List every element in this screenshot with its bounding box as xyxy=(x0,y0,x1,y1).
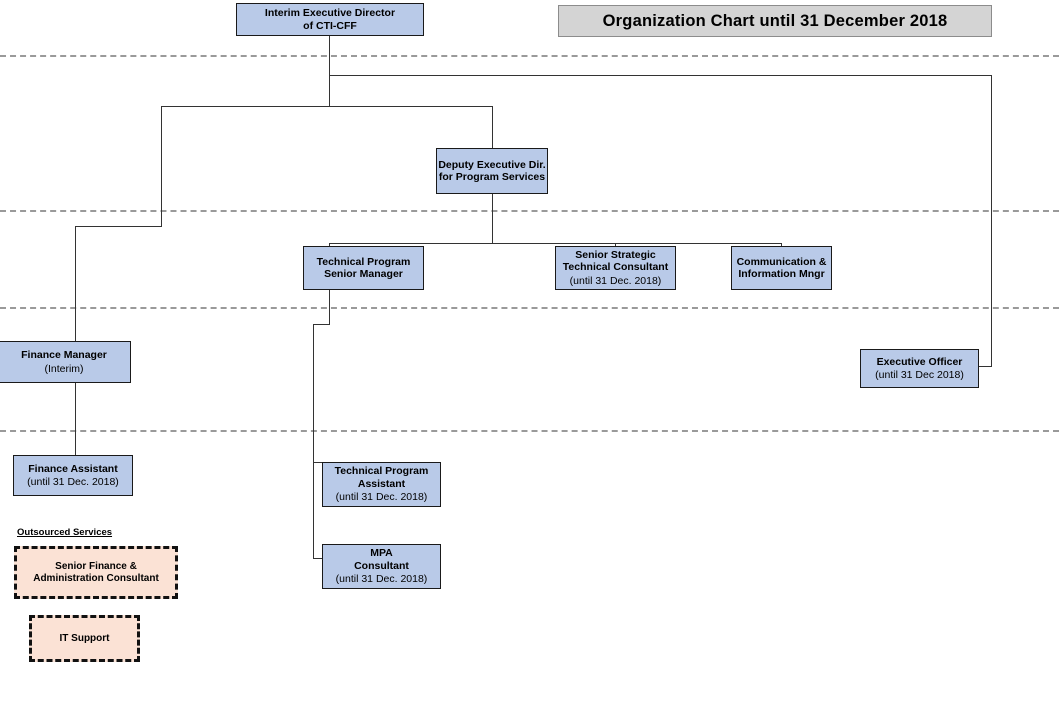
node-note: (until 31 Dec. 2018) xyxy=(335,491,428,504)
node-it-support[interactable]: IT Support xyxy=(29,615,140,662)
node-note: (until 31 Dec. 2018) xyxy=(27,476,119,488)
node-title: Deputy Executive Dir. for Program Servic… xyxy=(438,158,546,183)
connector-to-finance-manager xyxy=(75,226,76,341)
node-title: Senior Finance & Administration Consulta… xyxy=(33,560,159,584)
node-communication-information-manager[interactable]: Communication & Information Mngr xyxy=(731,246,832,290)
node-title: Technical Program Senior Manager xyxy=(316,255,411,280)
node-finance-manager[interactable]: Finance Manager (Interim) xyxy=(0,341,131,383)
connector-finance-crossbar xyxy=(75,226,162,227)
connector-ed-crossbar xyxy=(161,106,493,107)
connector-right-vertical xyxy=(991,75,992,367)
node-title: Finance Manager xyxy=(21,349,107,362)
connector-to-finance-branch xyxy=(161,106,162,226)
node-executive-officer[interactable]: Executive Officer (until 31 Dec 2018) xyxy=(860,349,979,388)
connector-ed-to-right xyxy=(329,75,992,76)
node-technical-program-senior-manager[interactable]: Technical Program Senior Manager xyxy=(303,246,424,290)
node-title: Finance Assistant xyxy=(28,462,118,475)
tier-separator-4 xyxy=(0,430,1059,432)
node-title: MPA Consultant xyxy=(354,547,409,572)
node-note: (until 31 Dec 2018) xyxy=(875,369,964,381)
node-technical-program-assistant[interactable]: Technical Program Assistant (until 31 De… xyxy=(322,462,441,507)
node-title: Interim Executive Director of CTI-CFF xyxy=(264,7,396,32)
tier-separator-1 xyxy=(0,55,1059,57)
connector-tpsm-jog xyxy=(313,324,330,325)
chart-title-banner: Organization Chart until 31 December 201… xyxy=(558,5,992,37)
node-title: Communication & Information Mngr xyxy=(736,255,827,280)
node-interim-executive-director[interactable]: Interim Executive Director of CTI-CFF xyxy=(236,3,424,36)
node-title: Executive Officer xyxy=(876,355,963,368)
node-title: IT Support xyxy=(59,632,110,644)
connector-tpsm-down xyxy=(329,290,330,325)
node-title: Technical Program Assistant xyxy=(334,465,429,490)
node-finance-assistant[interactable]: Finance Assistant (until 31 Dec. 2018) xyxy=(13,455,133,496)
node-note: (until 31 Dec. 2018) xyxy=(569,274,662,287)
connector-to-deputy xyxy=(492,106,493,148)
outsourced-services-label: Outsourced Services xyxy=(17,527,113,538)
node-senior-strategic-technical-consultant[interactable]: Senior Strategic Technical Consultant (u… xyxy=(555,246,676,290)
node-note: (until 31 Dec. 2018) xyxy=(335,573,428,586)
node-mpa-consultant[interactable]: MPA Consultant (until 31 Dec. 2018) xyxy=(322,544,441,589)
connector-tpsm-spine xyxy=(313,324,314,559)
connector-fm-to-fa xyxy=(75,383,76,455)
tier-separator-2 xyxy=(0,210,1059,212)
connector-ed-trunk xyxy=(329,34,330,107)
chart-title-text: Organization Chart until 31 December 201… xyxy=(602,11,948,30)
node-title: Senior Strategic Technical Consultant xyxy=(562,248,669,274)
org-chart-canvas: Organization Chart until 31 December 201… xyxy=(0,0,1059,720)
node-senior-finance-administration-consultant[interactable]: Senior Finance & Administration Consulta… xyxy=(14,546,178,599)
node-deputy-executive-director[interactable]: Deputy Executive Dir. for Program Servic… xyxy=(436,148,548,194)
connector-deputy-trunk xyxy=(492,194,493,244)
tier-separator-3 xyxy=(0,307,1059,309)
connector-tier3-crossbar xyxy=(329,243,782,244)
node-note: (Interim) xyxy=(44,362,84,375)
